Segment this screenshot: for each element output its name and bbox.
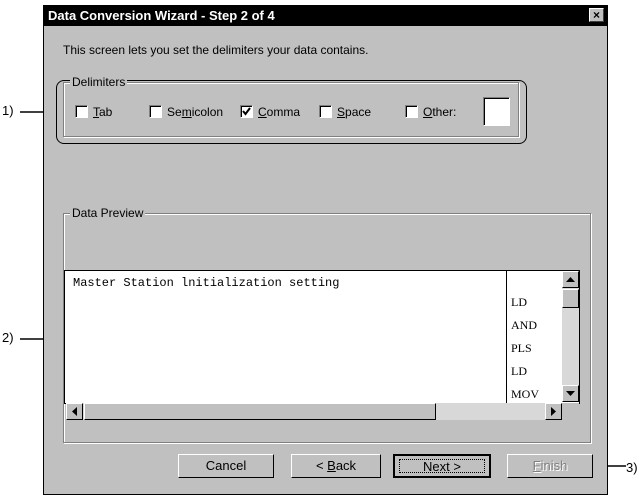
next-button[interactable]: Next > <box>393 454 491 478</box>
finish-button-label: inish <box>540 458 568 473</box>
arrow-up-icon <box>566 277 575 282</box>
checkbox-semicolon-label: icolon <box>191 105 224 119</box>
preview-cell: PLS <box>511 341 532 355</box>
preview-first-line: Master Station lnitialization setting <box>73 276 340 290</box>
mnemonic-semicolon: m <box>181 105 192 119</box>
preview-column-divider <box>506 271 507 403</box>
window-title: Data Conversion Wizard - Step 2 of 4 <box>48 8 275 23</box>
preview-cell: AND <box>511 318 537 332</box>
checkbox-comma-label: omma <box>266 105 301 119</box>
arrow-right-icon <box>551 407 556 416</box>
back-button-mnemonic: B <box>327 458 336 473</box>
checkbox-other-box[interactable] <box>405 105 418 118</box>
close-button[interactable]: × <box>589 8 604 22</box>
callout-1-label: 1) <box>2 103 14 118</box>
finish-button: Finish <box>507 454 593 478</box>
checkbox-tab-box[interactable] <box>75 105 88 118</box>
other-delimiter-input[interactable] <box>483 97 510 126</box>
mnemonic-other: O <box>423 105 433 119</box>
preview-cell: MOV <box>511 387 540 401</box>
preview-right-column: LD AND PLS LD MOV <box>511 291 539 403</box>
scroll-down-button[interactable] <box>562 385 579 402</box>
scrollbar-corner <box>562 403 579 420</box>
scroll-left-button[interactable] <box>66 403 83 420</box>
preview-cell: LD <box>511 364 527 378</box>
finish-button-mnemonic: F <box>532 458 541 473</box>
checkbox-semicolon-label-pre: Se <box>167 105 182 119</box>
checkmark-icon <box>242 107 251 116</box>
checkbox-comma-box[interactable] <box>240 105 253 118</box>
arrow-down-icon <box>566 391 575 396</box>
preview-cell: LD <box>511 295 527 309</box>
close-icon: × <box>592 8 600 22</box>
checkbox-semicolon-box[interactable] <box>149 105 162 118</box>
horizontal-scroll-thumb[interactable] <box>84 403 436 420</box>
callout-2-label: 2) <box>2 330 14 345</box>
vertical-scroll-thumb[interactable] <box>562 289 579 308</box>
back-button[interactable]: < Back <box>291 454 381 478</box>
title-bar: Data Conversion Wizard - Step 2 of 4 × <box>44 6 607 26</box>
back-button-prefix: < <box>315 458 328 473</box>
checkbox-space-box[interactable] <box>319 105 332 118</box>
cancel-button[interactable]: Cancel <box>178 454 274 478</box>
intro-text: This screen lets you set the delimiters … <box>63 43 369 57</box>
delimiters-group-label: Delimiters <box>70 75 128 89</box>
mnemonic-space: S <box>337 105 346 119</box>
checkbox-tab-label: ab <box>99 105 113 119</box>
checkbox-other-label: ther: <box>432 105 457 119</box>
data-preview-group-label: Data Preview <box>70 206 146 220</box>
preview-vertical-scrollbar[interactable] <box>562 271 579 402</box>
scroll-up-button[interactable] <box>562 271 579 288</box>
preview-horizontal-scrollbar[interactable] <box>66 403 562 420</box>
arrow-left-icon <box>72 407 77 416</box>
next-button-label: Next > <box>423 459 461 474</box>
mnemonic-comma: C <box>258 105 267 119</box>
checkbox-space-label: pace <box>345 105 372 119</box>
scroll-right-button[interactable] <box>545 403 562 420</box>
callout-3-label: 3) <box>626 460 638 475</box>
back-button-label: ack <box>335 458 357 473</box>
data-preview-pane[interactable]: Master Station lnitialization setting LD… <box>64 270 580 404</box>
